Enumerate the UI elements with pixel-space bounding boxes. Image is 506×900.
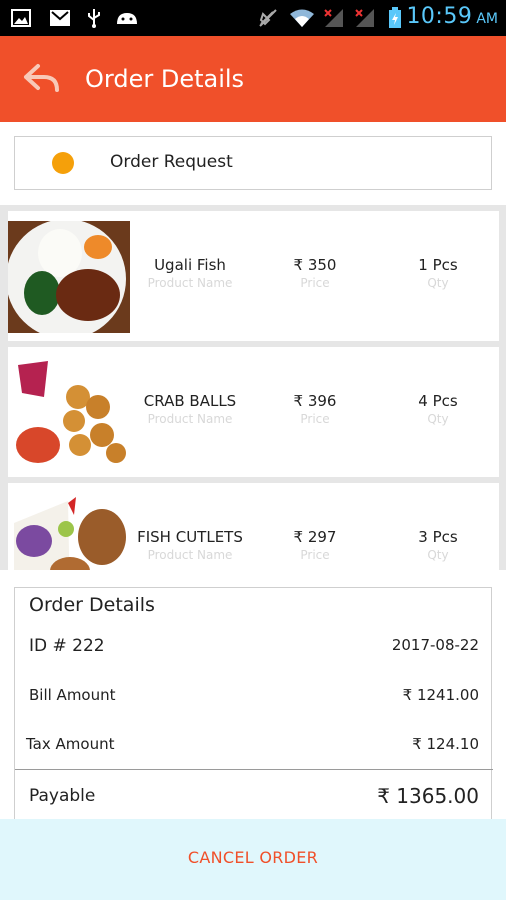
back-arrow-icon[interactable] bbox=[22, 62, 62, 96]
product-price-cell: ₹ 297 Price bbox=[270, 528, 360, 562]
product-name-caption: Product Name bbox=[147, 412, 233, 426]
product-qty-caption: Qty bbox=[427, 276, 449, 290]
order-date: 2017-08-22 bbox=[391, 636, 479, 654]
list-item[interactable]: FISH CUTLETS Product Name ₹ 297 Price 3 … bbox=[8, 483, 499, 570]
product-qty-cell: 4 Pcs Qty bbox=[393, 392, 483, 426]
order-details-heading: Order Details bbox=[29, 594, 155, 616]
order-status-label: Order Request bbox=[110, 152, 233, 172]
app-bar: Order Details bbox=[0, 36, 506, 122]
product-price-cell: ₹ 350 Price bbox=[270, 256, 360, 290]
bill-amount-value: ₹ 1241.00 bbox=[402, 686, 479, 704]
product-price: ₹ 297 bbox=[293, 528, 337, 546]
product-name-caption: Product Name bbox=[147, 548, 233, 562]
product-price-caption: Price bbox=[300, 548, 330, 562]
clock-ampm: AM bbox=[476, 11, 498, 27]
product-name: Ugali Fish bbox=[154, 256, 226, 274]
product-qty-cell: 3 Pcs Qty bbox=[393, 528, 483, 562]
gmail-icon bbox=[48, 8, 72, 28]
bill-amount-label: Bill Amount bbox=[29, 686, 116, 704]
tax-amount-row: Tax Amount ₹ 124.10 bbox=[15, 735, 493, 761]
product-name: CRAB BALLS bbox=[143, 392, 237, 410]
divider bbox=[15, 769, 493, 770]
product-price-caption: Price bbox=[300, 412, 330, 426]
product-qty-cell: 1 Pcs Qty bbox=[393, 256, 483, 290]
product-image bbox=[8, 357, 130, 469]
status-dot-icon bbox=[52, 152, 74, 174]
tax-amount-label: Tax Amount bbox=[26, 735, 115, 753]
order-id-row: ID # 222 2017-08-22 bbox=[15, 636, 493, 662]
order-details-panel: Order Details ID # 222 2017-08-22 Bill A… bbox=[14, 587, 493, 819]
order-id: ID # 222 bbox=[29, 636, 105, 656]
order-status-card: Order Request bbox=[14, 136, 492, 190]
product-price-cell: ₹ 396 Price bbox=[270, 392, 360, 426]
product-name-cell: CRAB BALLS Product Name bbox=[130, 392, 250, 426]
product-qty: 4 Pcs bbox=[418, 392, 458, 410]
product-list[interactable]: Ugali Fish Product Name ₹ 350 Price 1 Pc… bbox=[0, 205, 506, 570]
cancel-order-button[interactable]: CANCEL ORDER bbox=[188, 848, 318, 867]
payable-label: Payable bbox=[29, 786, 96, 806]
page-title: Order Details bbox=[85, 65, 245, 93]
clock: 10:59 AM bbox=[406, 4, 498, 32]
product-name-caption: Product Name bbox=[147, 276, 233, 290]
list-item[interactable]: Ugali Fish Product Name ₹ 350 Price 1 Pc… bbox=[8, 211, 499, 341]
signal-icon bbox=[353, 8, 377, 28]
product-price: ₹ 396 bbox=[293, 392, 337, 410]
product-price: ₹ 350 bbox=[293, 256, 337, 274]
cancel-order-bar: CANCEL ORDER bbox=[0, 819, 506, 900]
battery-icon bbox=[386, 7, 404, 28]
bill-amount-row: Bill Amount ₹ 1241.00 bbox=[15, 686, 493, 712]
image-icon bbox=[10, 8, 32, 28]
product-name: FISH CUTLETS bbox=[137, 528, 243, 546]
product-price-caption: Price bbox=[300, 276, 330, 290]
product-qty-caption: Qty bbox=[427, 548, 449, 562]
tax-amount-value: ₹ 124.10 bbox=[412, 735, 479, 753]
wifi-icon bbox=[288, 8, 316, 28]
status-bar: 10:59 AM bbox=[0, 0, 506, 36]
payable-row: Payable ₹ 1365.00 bbox=[15, 784, 493, 812]
product-name-cell: FISH CUTLETS Product Name bbox=[130, 528, 250, 562]
usb-icon bbox=[84, 8, 104, 28]
product-qty-caption: Qty bbox=[427, 412, 449, 426]
payable-value: ₹ 1365.00 bbox=[377, 784, 479, 808]
product-image bbox=[8, 493, 130, 570]
mute-icon bbox=[256, 8, 280, 28]
product-name-cell: Ugali Fish Product Name bbox=[130, 256, 250, 290]
signal-icon bbox=[322, 8, 346, 28]
clock-time: 10:59 bbox=[406, 4, 473, 29]
list-item[interactable]: CRAB BALLS Product Name ₹ 396 Price 4 Pc… bbox=[8, 347, 499, 477]
android-icon bbox=[114, 8, 140, 28]
product-qty: 1 Pcs bbox=[418, 256, 458, 274]
product-qty: 3 Pcs bbox=[418, 528, 458, 546]
product-image bbox=[8, 221, 130, 333]
